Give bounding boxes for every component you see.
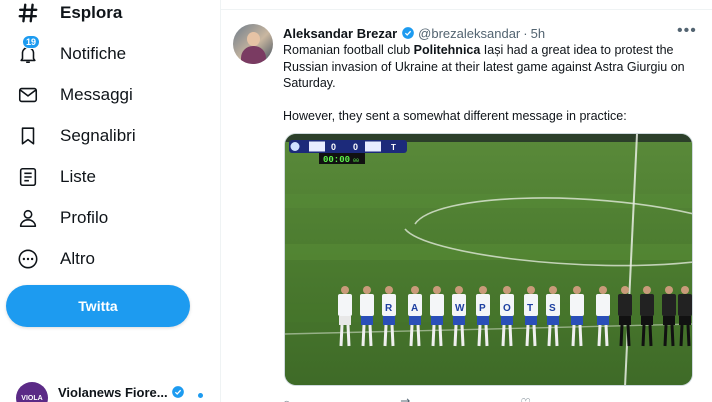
sidebar-nav: Esplora 19 Notifiche Messaggi Segnalibri…	[0, 0, 220, 402]
tweet-paragraph-1: Romanian football club Politehnica Iași …	[283, 43, 685, 90]
sidebar-item-more[interactable]: Altro	[10, 241, 95, 277]
account-name: Violanews Fiore...	[58, 385, 185, 400]
retweet-icon[interactable]: ⇄	[400, 396, 410, 402]
author-handle[interactable]: @brezaleksandar	[418, 26, 520, 41]
author-name[interactable]: Aleksandar Brezar	[283, 26, 397, 41]
like-icon[interactable]: ♡	[520, 396, 531, 402]
sidebar-item-label: Messaggi	[60, 85, 133, 104]
banner-letter: P	[479, 303, 486, 314]
mention-link[interactable]: Politehnica	[414, 43, 481, 57]
tweet-actions: ○ ⇄ ♡	[283, 396, 693, 402]
sidebar-item-label: Liste	[60, 167, 96, 186]
envelope-icon	[16, 83, 40, 107]
sidebar-item-messages[interactable]: Messaggi	[10, 77, 133, 113]
author-avatar[interactable]	[233, 24, 273, 64]
reply-icon[interactable]: ○	[283, 396, 290, 402]
bell-icon: 19	[16, 35, 41, 66]
match-clock: 00:00	[323, 155, 350, 165]
banner-letter: R	[385, 303, 393, 314]
sidebar-item-label: Profilo	[60, 208, 109, 227]
banner-letter: S	[549, 303, 556, 314]
sidebar-item-notifications[interactable]: 19 Notifiche	[10, 35, 127, 72]
sidebar-item-profile[interactable]: Profilo	[10, 200, 108, 236]
timeline: Aleksandar Brezar @brezaleksandar · 5h •…	[221, 0, 712, 402]
sidebar-item-label: Altro	[60, 249, 95, 268]
banner-letter: A	[411, 303, 418, 314]
tweet-button[interactable]: Twitta	[6, 285, 190, 327]
list-icon	[16, 165, 40, 189]
previous-tweet-edge	[221, 0, 712, 10]
tweet-text: Romanian football club Politehnica Iași …	[283, 42, 697, 124]
separator-dot: ·	[523, 25, 528, 41]
banner-letter: W	[455, 303, 465, 314]
tweet-media-photo[interactable]: 0 0 T 00:00 00 R A W P O T S	[284, 133, 693, 386]
avatar-body	[241, 46, 266, 64]
hashtag-icon	[16, 1, 40, 25]
banner-letter: T	[527, 303, 533, 314]
sidebar-item-bookmarks[interactable]: Segnalibri	[10, 118, 136, 154]
banner-letter: O	[503, 303, 511, 314]
score-left: 0	[331, 142, 336, 152]
tweet-paragraph-2: However, they sent a somewhat different …	[283, 108, 627, 123]
match-clock-small: 00	[353, 158, 359, 164]
more-circle-icon	[16, 247, 40, 271]
tweet[interactable]: Aleksandar Brezar @brezaleksandar · 5h •…	[221, 10, 712, 402]
account-switcher[interactable]: VIOLA Violanews Fiore...	[16, 382, 216, 402]
avatar-head	[247, 32, 260, 46]
score-right: 0	[353, 142, 358, 152]
tweet-header: Aleksandar Brezar @brezaleksandar · 5h	[283, 24, 545, 42]
notification-badge: 19	[22, 35, 41, 49]
sidebar-item-label: Segnalibri	[60, 126, 136, 145]
avatar: VIOLA	[16, 382, 48, 402]
more-options-icon[interactable]: •••	[677, 22, 697, 40]
sidebar-item-lists[interactable]: Liste	[10, 159, 96, 195]
verified-badge-icon	[402, 27, 415, 39]
sidebar-item-label: Esplora	[60, 3, 123, 22]
sidebar-item-label: Notifiche	[60, 44, 127, 63]
stadium-photo: 0 0 T 00:00 00 R A W P O T S	[285, 134, 692, 385]
verified-badge-icon	[172, 385, 185, 398]
new-activity-dot	[198, 393, 203, 398]
tweet-time[interactable]: 5h	[531, 26, 545, 41]
team-tag: T	[391, 143, 396, 152]
bookmark-icon	[16, 124, 40, 148]
person-icon	[16, 206, 40, 230]
sidebar-item-explore[interactable]: Esplora	[10, 0, 122, 31]
